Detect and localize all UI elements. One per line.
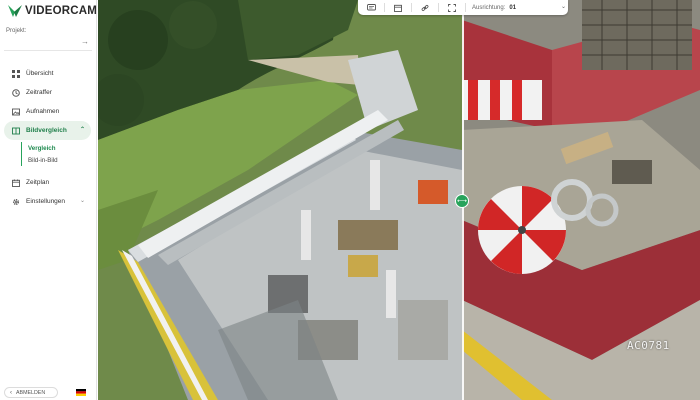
alignment-select[interactable]: Ausrichtung: 01 ⌄ bbox=[472, 0, 568, 15]
project-select[interactable]: → bbox=[4, 35, 92, 51]
sidebar-item-label: Bildvergleich bbox=[26, 127, 67, 134]
fullscreen-button[interactable] bbox=[439, 0, 465, 15]
alignment-label: Ausrichtung: bbox=[472, 4, 506, 11]
chevron-left-icon: ‹ bbox=[10, 389, 12, 396]
chevron-up-icon: ⌃ bbox=[79, 127, 85, 133]
sidebar-item-label: Zeitplan bbox=[26, 179, 50, 186]
comment-button[interactable] bbox=[358, 0, 384, 15]
link-button[interactable] bbox=[412, 0, 438, 15]
chevron-down-icon: ⌄ bbox=[560, 4, 566, 10]
viewer-toolbar: Ausrichtung: 01 ⌄ bbox=[358, 0, 568, 15]
compare-slider-handle[interactable]: ⟷ bbox=[455, 194, 469, 208]
bildvergleich-subnav: Vergleich Bild-in-Bild bbox=[21, 142, 97, 166]
sidebar-nav: Übersicht Zeitraffer Aufnahmen Bildvergl… bbox=[0, 64, 97, 211]
compare-icon bbox=[12, 127, 20, 135]
german-flag-icon[interactable] bbox=[76, 389, 86, 396]
calendar-icon bbox=[12, 178, 20, 187]
compare-image-left bbox=[98, 0, 462, 400]
calendar-icon bbox=[394, 4, 402, 12]
sidebar-item-label: Aufnahmen bbox=[26, 108, 60, 115]
arrow-right-icon: → bbox=[81, 37, 89, 46]
logo-mark-icon bbox=[8, 5, 22, 17]
sidebar-item-aufnahmen[interactable]: Aufnahmen bbox=[0, 102, 97, 121]
sidebar: VIDEORCAM Projekt: → Übersicht Zeitraffe… bbox=[0, 0, 97, 400]
date-picker-button[interactable] bbox=[385, 0, 411, 15]
logout-button[interactable]: ‹ ABMELDEN bbox=[4, 387, 58, 398]
camera-watermark: AC0781 bbox=[627, 339, 670, 352]
link-icon bbox=[421, 4, 429, 11]
gear-icon bbox=[12, 198, 20, 206]
fullscreen-icon bbox=[448, 3, 456, 12]
sidebar-item-label: Einstellungen bbox=[26, 198, 66, 205]
sidebar-item-bildvergleich[interactable]: Bildvergleich ⌃ bbox=[4, 121, 91, 140]
sidebar-item-einstellungen[interactable]: Einstellungen ⌄ bbox=[0, 192, 97, 211]
sidebar-item-uebersicht[interactable]: Übersicht bbox=[0, 64, 97, 83]
image-icon bbox=[12, 108, 20, 116]
sidebar-item-zeitraffer[interactable]: Zeitraffer bbox=[0, 83, 97, 102]
subnav-item-bild-in-bild[interactable]: Bild-in-Bild bbox=[28, 154, 97, 166]
subnav-item-vergleich[interactable]: Vergleich bbox=[28, 142, 97, 154]
project-label: Projekt: bbox=[6, 28, 27, 34]
sidebar-item-label: Zeitraffer bbox=[26, 89, 52, 96]
comment-icon bbox=[366, 3, 376, 10]
image-compare-viewer[interactable]: ⟷ Ausrichtung: 01 ⌄ AC0781 bbox=[98, 0, 700, 400]
sidebar-item-zeitplan[interactable]: Zeitplan bbox=[0, 173, 97, 192]
brand-logo[interactable]: VIDEORCAM bbox=[7, 4, 97, 18]
sidebar-item-label: Übersicht bbox=[26, 70, 54, 77]
brand-name: VIDEORCAM bbox=[25, 5, 98, 17]
timelapse-icon bbox=[12, 88, 20, 97]
grid-icon bbox=[12, 69, 20, 78]
logout-label: ABMELDEN bbox=[16, 389, 46, 396]
chevron-down-icon: ⌄ bbox=[79, 198, 85, 204]
toolbar-separator bbox=[465, 3, 466, 12]
alignment-value: 01 bbox=[509, 4, 517, 11]
